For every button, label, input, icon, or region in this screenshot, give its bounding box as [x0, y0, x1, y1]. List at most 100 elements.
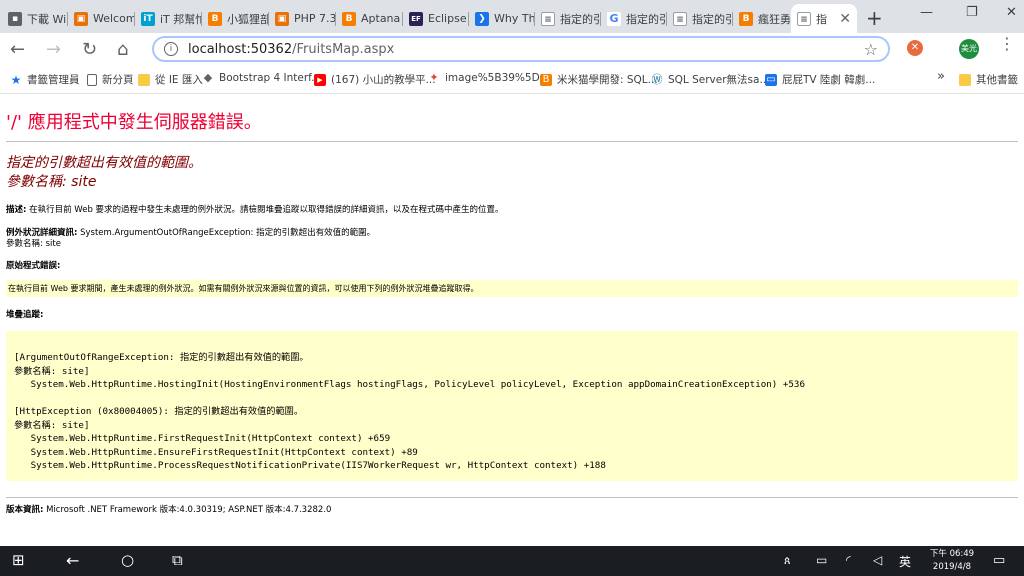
back-arrow-icon[interactable]: ←: [66, 551, 79, 570]
bookmark-item[interactable]: B 米米猫學開發: SQL...: [540, 72, 658, 87]
tab[interactable]: ▣ PHP 7.3: [269, 4, 336, 33]
bookmark-label: 米米猫學開發: SQL...: [557, 74, 658, 86]
close-window-icon[interactable]: ✕: [1006, 5, 1017, 20]
tab-active[interactable]: ≡ 指 ✕: [791, 4, 857, 33]
error-message-text: 指定的引數超出有效值的範圍。: [6, 155, 202, 171]
exception-text: System.ArgumentOutOfRangeException: 指定的引…: [77, 228, 376, 238]
bookmark-item[interactable]: Ⓦ SQL Server無法sa...: [651, 72, 770, 87]
ithome-icon: iT: [141, 11, 155, 26]
tab-title: Aptana: [361, 12, 401, 25]
divider: [6, 497, 1018, 498]
stack-trace-text: [ArgumentOutOfRangeException: 指定的引數超出有效值…: [14, 352, 805, 471]
close-tab-icon[interactable]: ✕: [839, 11, 851, 27]
tab[interactable]: EF Eclipse S: [403, 4, 469, 33]
search-icon[interactable]: ○: [121, 551, 134, 569]
clock-time: 下午 06:49: [929, 549, 975, 559]
tab[interactable]: ≡ 指定的引: [667, 4, 733, 33]
page-icon: [87, 73, 97, 86]
volume-icon[interactable]: ◁: [873, 553, 882, 567]
web-icon: ▪: [8, 11, 22, 26]
error-title-slash: '/': [6, 112, 22, 133]
brand-icon: ▣: [74, 11, 88, 26]
bookmark-item[interactable]: ★ 書籤管理員: [10, 72, 80, 87]
notification-icon[interactable]: ▭: [993, 553, 1005, 568]
bookmark-label: 書籤管理員: [27, 74, 80, 86]
tab[interactable]: B 瘋狂勇富: [733, 4, 791, 33]
star-icon: ★: [10, 72, 22, 87]
ime-icon[interactable]: 英: [899, 553, 911, 570]
cube-icon: ◆: [203, 71, 213, 84]
page-content: '/' 應用程式中發生伺服器錯誤。 指定的引數超出有效值的範圍。 參數名稱: s…: [0, 94, 1024, 546]
info-icon[interactable]: i: [164, 42, 178, 56]
tab[interactable]: iT iT 邦幫忙: [135, 4, 202, 33]
menu-icon[interactable]: ⋮: [999, 36, 1015, 52]
bookmark-label: image%5B39%5D...: [445, 72, 550, 84]
bookmark-label: SQL Server無法sa...: [668, 74, 770, 86]
bookmark-item[interactable]: ▭ 屁屁TV 陸劇 韓劇...: [765, 72, 875, 87]
tab-title: PHP 7.3: [294, 12, 336, 25]
bookmark-item[interactable]: 其他書籤: [959, 72, 1018, 87]
wifi-icon[interactable]: ◜: [846, 553, 851, 567]
error-title-text: 應用程式中發生伺服器錯誤。: [27, 112, 262, 133]
tab[interactable]: G 指定的引: [601, 4, 667, 33]
reload-icon[interactable]: ↻: [82, 39, 97, 60]
windows-start-icon[interactable]: ⊞: [12, 551, 25, 569]
bookmarks-bar: ★ 書籤管理員 新分頁 從 IE 匯入 ◆ Bootstrap 4 Interf..…: [0, 66, 1024, 94]
tab-title: 下載 Wir: [27, 12, 68, 26]
bookmark-item[interactable]: 新分頁: [87, 72, 134, 87]
home-icon[interactable]: ⌂: [117, 39, 128, 60]
pinwheel-icon: ✦: [429, 71, 439, 84]
more-bookmarks-button[interactable]: »: [937, 69, 945, 84]
taskbar: ⊞ ← ○ ⧉ ጰ ▭ ◜ ◁ 英 下午 06:49 2019/4/8 ▭: [0, 546, 1024, 576]
minimize-icon[interactable]: —: [920, 5, 933, 20]
tab-title: 瘋狂勇富: [758, 12, 791, 26]
battery-icon[interactable]: ▭: [816, 553, 827, 567]
avatar[interactable]: 美光: [959, 39, 979, 59]
google-icon: G: [607, 11, 621, 26]
stack-trace-heading: 堆疊追蹤:: [6, 310, 43, 321]
doc-icon: ≡: [673, 11, 687, 26]
task-view-icon[interactable]: ⧉: [172, 551, 183, 569]
extension-icon[interactable]: ✕: [907, 40, 923, 56]
tab[interactable]: B 小狐狸部: [202, 4, 269, 33]
stack-trace-box: [ArgumentOutOfRangeException: 指定的引數超出有效值…: [6, 331, 1018, 481]
tab[interactable]: B Aptana: [336, 4, 403, 33]
eclipse-icon: EF: [409, 11, 423, 26]
url-host: localhost:50362: [188, 41, 293, 57]
blogger-icon: B: [342, 11, 356, 26]
tv-icon: ▭: [765, 73, 777, 86]
description-section: 描述: 在執行目前 Web 要求的過程中發生未處理的例外狀況。請檢閱堆疊追蹤以取…: [6, 205, 504, 216]
stack-trace-label: 堆疊追蹤:: [6, 310, 44, 320]
back-icon[interactable]: ←: [10, 39, 25, 60]
url-path: /FruitsMap.aspx: [292, 41, 395, 57]
error-param: 參數名稱: site: [6, 174, 97, 190]
tab[interactable]: ≡ 指定的引: [535, 4, 601, 33]
tab[interactable]: ▪ 下載 Wir: [2, 4, 68, 33]
clock[interactable]: 下午 06:49 2019/4/8: [928, 548, 976, 574]
wordpress-icon: Ⓦ: [651, 72, 663, 86]
blogger-icon: B: [540, 73, 552, 86]
address-bar[interactable]: i localhost:50362/FruitsMap.aspx ☆: [152, 36, 890, 62]
blogger-icon: B: [208, 11, 222, 26]
bookmark-item[interactable]: 從 IE 匯入: [138, 72, 203, 87]
bookmark-star-icon[interactable]: ☆: [864, 40, 878, 59]
bookmark-item[interactable]: ✦ image%5B39%5D...: [428, 71, 550, 85]
bookmark-item[interactable]: ◆ Bootstrap 4 Interf...: [202, 71, 321, 85]
people-icon[interactable]: ጰ: [784, 554, 791, 568]
bookmark-label: 屁屁TV 陸劇 韓劇...: [782, 74, 876, 86]
bookmark-label: (167) 小山的教學平...: [331, 74, 436, 86]
url-text[interactable]: localhost:50362/FruitsMap.aspx: [188, 42, 394, 57]
sof-icon: ❯: [475, 11, 489, 26]
forward-icon[interactable]: →: [46, 39, 61, 60]
bookmark-item[interactable]: ▶ (167) 小山的教學平...: [314, 72, 436, 87]
version-text: Microsoft .NET Framework 版本:4.0.30319; A…: [43, 505, 332, 515]
tab[interactable]: ❯ Why Th: [469, 4, 535, 33]
restore-icon[interactable]: ❐: [966, 5, 978, 20]
error-title: '/' 應用程式中發生伺服器錯誤。: [6, 108, 262, 134]
error-message: 指定的引數超出有效值的範圍。 參數名稱: site: [6, 154, 202, 192]
tab-title: 小狐狸部: [227, 12, 269, 26]
folder-icon: [138, 73, 150, 86]
bookmark-label: »: [937, 69, 945, 84]
tab[interactable]: ▣ Welcom: [68, 4, 135, 33]
new-tab-button[interactable]: +: [866, 6, 883, 30]
